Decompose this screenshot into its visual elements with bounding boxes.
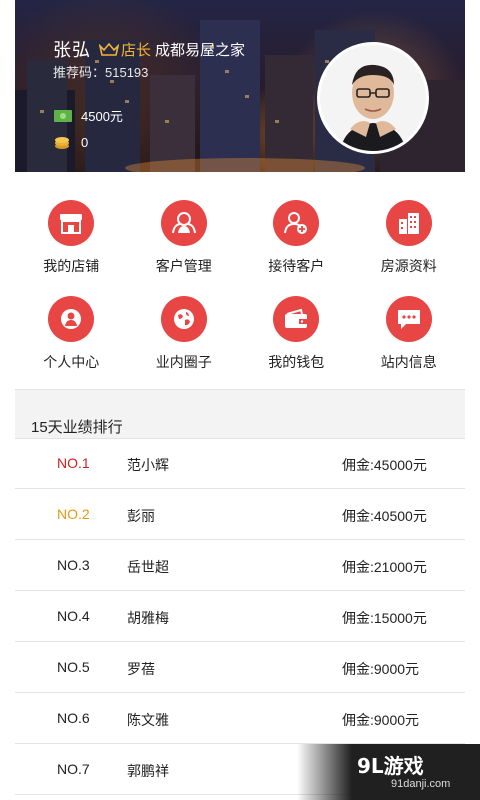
message-icon — [385, 296, 432, 342]
rank-number: NO.3 — [57, 557, 90, 573]
ranking-title: 15天业绩排行 — [31, 419, 123, 436]
money-icon — [54, 109, 72, 122]
coin-value: 0 — [81, 134, 89, 150]
store-name: 成都易屋之家 — [155, 41, 246, 59]
agent-name: 彭丽 — [127, 508, 155, 524]
ranking-list: NO.1 范小辉 佣金:45000元 NO.2 彭丽 佣金:40500元 NO.… — [15, 438, 465, 795]
balance-row: 4500元 — [53, 106, 123, 125]
menu-site-messages[interactable]: 站内信息 — [353, 284, 466, 380]
commission: 佣金:45000元 — [342, 457, 427, 473]
building-icon — [385, 200, 432, 246]
avatar[interactable] — [317, 42, 429, 154]
add-user-icon — [273, 200, 320, 246]
menu-label: 接待客户 — [268, 258, 325, 274]
menu-label: 站内信息 — [380, 354, 437, 370]
commission: 佣金:21000元 — [342, 559, 427, 575]
profile-header: 张弘 店长 成都易屋之家 推荐码：515193 4500元 0 — [15, 0, 465, 172]
person-icon — [48, 296, 95, 342]
table-row[interactable]: NO.1 范小辉 佣金:45000元 — [15, 438, 465, 489]
menu-label: 我的店铺 — [43, 258, 100, 274]
commission: 佣金:15000元 — [342, 610, 427, 626]
menu-label: 业内圈子 — [155, 354, 212, 370]
name-row: 张弘 店长 成都易屋之家 — [53, 36, 245, 62]
coin-icon — [55, 137, 69, 149]
menu-industry-circle[interactable]: 业内圈子 — [128, 284, 241, 380]
rank-number: NO.1 — [57, 455, 90, 471]
menu-label: 房源资料 — [380, 258, 437, 274]
referral-code: 推荐码：515193 — [53, 65, 149, 80]
shop-icon — [48, 200, 95, 246]
coin-row: 0 — [53, 133, 88, 151]
menu-property-info[interactable]: 房源资料 — [353, 188, 466, 284]
menu-receive-customer[interactable]: 接待客户 — [240, 188, 353, 284]
commission: 佣金:9000元 — [342, 712, 420, 728]
agent-name: 范小辉 — [127, 457, 169, 473]
globe-icon — [160, 296, 207, 342]
table-row[interactable]: NO.6 陈文雅 佣金:9000元 — [15, 693, 465, 744]
rank-number: NO.5 — [57, 659, 90, 675]
rank-number: NO.7 — [57, 761, 90, 777]
watermark-site: 91danji.com — [391, 778, 451, 790]
menu-label: 客户管理 — [155, 258, 212, 274]
rank-number: NO.2 — [57, 506, 90, 522]
balance-value: 4500元 — [81, 109, 123, 124]
ranking-header: 15天业绩排行 — [15, 389, 465, 439]
wallet-icon — [273, 296, 320, 342]
table-row[interactable]: NO.2 彭丽 佣金:40500元 — [15, 489, 465, 540]
agent-name: 陈文雅 — [127, 712, 169, 728]
menu-personal-center[interactable]: 个人中心 — [15, 284, 128, 380]
menu-grid: 我的店铺 客户管理 接待客户 房源资料 个人中心 业内圈子 我的钱包 站内信息 — [15, 188, 465, 380]
menu-customer-management[interactable]: 客户管理 — [128, 188, 241, 284]
agent-name: 罗蓓 — [127, 661, 155, 677]
watermark-logo: 9L游戏 — [357, 754, 424, 778]
role-label: 店长 — [121, 41, 152, 59]
agent-name: 郭鹏祥 — [127, 763, 169, 779]
menu-my-shop[interactable]: 我的店铺 — [15, 188, 128, 284]
commission: 佣金:40500元 — [342, 508, 427, 524]
agent-name: 岳世超 — [127, 559, 169, 575]
table-row[interactable]: NO.4 胡雅梅 佣金:15000元 — [15, 591, 465, 642]
menu-my-wallet[interactable]: 我的钱包 — [240, 284, 353, 380]
rank-number: NO.6 — [57, 710, 90, 726]
user-name: 张弘 — [53, 40, 91, 60]
menu-label: 个人中心 — [43, 354, 100, 370]
watermark: 9L游戏 91danji.com — [297, 744, 480, 800]
table-row[interactable]: NO.3 岳世超 佣金:21000元 — [15, 540, 465, 591]
avatar-photo — [320, 45, 426, 151]
table-row[interactable]: NO.5 罗蓓 佣金:9000元 — [15, 642, 465, 693]
users-icon — [160, 200, 207, 246]
commission: 佣金:9000元 — [342, 661, 420, 677]
crown-icon — [99, 42, 119, 56]
rank-number: NO.4 — [57, 608, 90, 624]
agent-name: 胡雅梅 — [127, 610, 169, 626]
menu-label: 我的钱包 — [268, 354, 325, 370]
app-frame: 张弘 店长 成都易屋之家 推荐码：515193 4500元 0 我的店铺 客户管… — [15, 0, 465, 800]
